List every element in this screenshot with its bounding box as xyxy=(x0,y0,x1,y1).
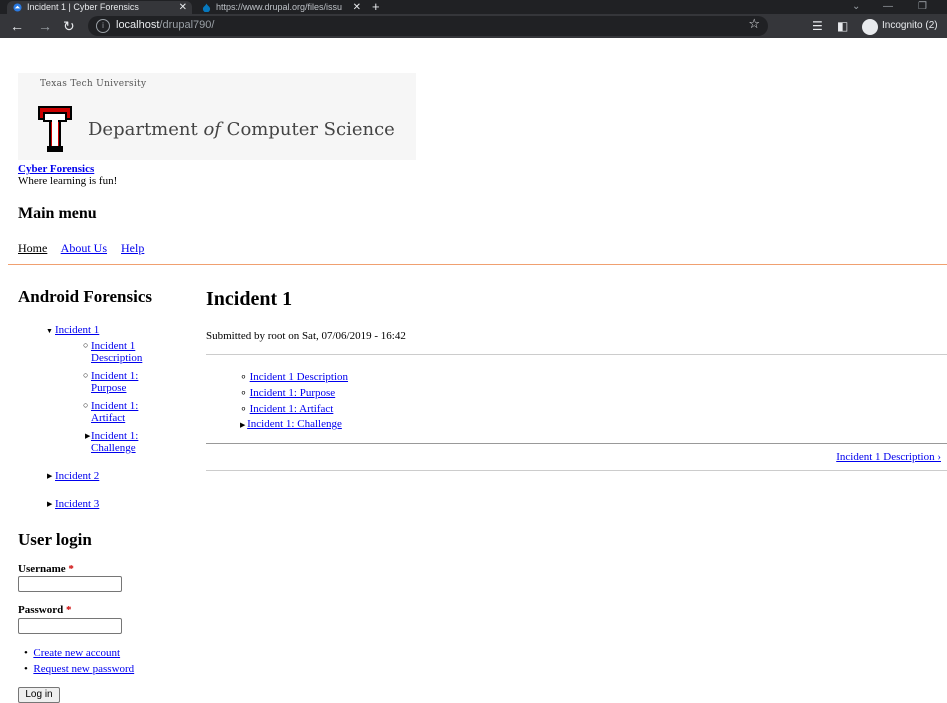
username-input[interactable] xyxy=(18,576,122,592)
request-password-item: • Request new password xyxy=(24,663,134,675)
bookmark-star-icon[interactable]: ☆ xyxy=(748,17,760,32)
circle-bullet-icon: ∘ xyxy=(240,371,250,383)
logo-university: Texas Tech University xyxy=(40,79,147,89)
user-login-heading: User login xyxy=(18,530,92,549)
double-t-logo-icon xyxy=(38,106,72,152)
site-slogan: Where learning is fun! xyxy=(18,175,118,187)
circle-bullet-icon: ○ xyxy=(83,340,89,350)
forward-arrow-icon[interactable]: → xyxy=(38,18,52,34)
menu-item-home[interactable]: Home xyxy=(18,241,47,255)
browser-tab-strip: Incident 1 | Cyber Forensics ✕ https://w… xyxy=(0,0,947,14)
password-label-text: Password xyxy=(18,604,64,616)
book-item-incident-1[interactable]: Incident 1 xyxy=(55,324,99,336)
site-favicon-icon xyxy=(13,3,22,12)
child-link-challenge[interactable]: Incident 1: Challenge xyxy=(247,418,342,430)
bullet-icon: • xyxy=(24,663,34,675)
browser-toolbar: ← → ↻ i localhost/drupal790/ ☆ ☰ ◧ Incog… xyxy=(0,14,947,38)
page-title: Incident 1 xyxy=(206,288,293,310)
incognito-icon[interactable] xyxy=(862,19,878,35)
username-label-text: Username xyxy=(18,563,66,575)
restore-button[interactable]: ❐ xyxy=(918,0,927,14)
book-item-line1: Incident 1: xyxy=(91,400,139,412)
menu-item-help[interactable]: Help xyxy=(121,241,144,255)
book-item-line2: Challenge xyxy=(91,442,136,454)
book-child-item: ∘ Incident 1: Artifact xyxy=(240,402,333,415)
main-menu: Home About Us Help xyxy=(18,241,155,256)
book-item-line2: Artifact xyxy=(91,412,126,424)
minimize-button[interactable]: — xyxy=(883,0,893,14)
book-item-incident-3[interactable]: Incident 3 xyxy=(55,498,99,510)
book-item-incident-2[interactable]: Incident 2 xyxy=(55,470,99,482)
book-item-line1: Incident 1: xyxy=(91,370,139,382)
dept-of: of xyxy=(203,119,221,140)
book-item-line2: Purpose xyxy=(91,382,127,394)
child-link-purpose[interactable]: Incident 1: Purpose xyxy=(250,387,336,399)
new-tab-button[interactable]: + xyxy=(372,0,380,14)
collapsed-arrow-icon: ▶ xyxy=(85,432,91,440)
required-marker: * xyxy=(65,604,72,616)
book-nav-divider-top xyxy=(206,443,947,444)
tab-close-icon[interactable]: ✕ xyxy=(353,1,361,14)
create-account-item: • Create new account xyxy=(24,647,120,659)
circle-bullet-icon: ○ xyxy=(83,370,89,380)
submitted-info: Submitted by root on Sat, 07/06/2019 - 1… xyxy=(206,330,406,342)
drupal-favicon-icon xyxy=(202,3,211,12)
request-password-link[interactable]: Request new password xyxy=(33,663,134,675)
collapsed-arrow-icon: ▶ xyxy=(47,472,53,480)
password-input[interactable] xyxy=(18,618,122,634)
book-nav-heading: Android Forensics xyxy=(18,287,152,306)
book-item-line1: Incident 1 xyxy=(91,340,136,352)
url-path: /drupal790/ xyxy=(159,19,215,31)
tab-incident-1[interactable]: Incident 1 | Cyber Forensics ✕ xyxy=(7,1,192,14)
circle-bullet-icon: ○ xyxy=(83,400,89,410)
site-info-icon[interactable]: i xyxy=(96,19,110,33)
incognito-label[interactable]: Incognito (2) xyxy=(882,20,938,31)
username-label: Username * xyxy=(18,563,74,575)
book-item-line2: Description xyxy=(91,352,143,364)
tab-close-icon[interactable]: ✕ xyxy=(179,1,187,14)
reload-icon[interactable]: ↻ xyxy=(63,18,75,34)
book-item-incident-1-purpose[interactable]: Incident 1: Purpose xyxy=(91,370,138,394)
circle-bullet-icon: ∘ xyxy=(240,403,250,415)
child-link-artifact[interactable]: Incident 1: Artifact xyxy=(250,403,334,415)
site-name-link[interactable]: Cyber Forensics xyxy=(18,163,94,175)
content-divider xyxy=(206,354,947,355)
url-text: localhost/drupal790/ xyxy=(116,19,214,31)
main-menu-heading: Main menu xyxy=(18,205,97,222)
dept-prefix: Department xyxy=(88,119,204,140)
site-logo[interactable]: Texas Tech University Department of Comp… xyxy=(18,73,416,160)
menu-item-about-us[interactable]: About Us xyxy=(61,241,107,255)
book-item-incident-1-challenge[interactable]: Incident 1: Challenge xyxy=(91,430,138,454)
required-marker: * xyxy=(68,563,74,575)
expanded-arrow-icon: ▼ xyxy=(46,327,53,335)
bullet-icon: • xyxy=(24,647,34,659)
book-child-item: ∘ Incident 1 Description xyxy=(240,370,348,383)
password-label: Password * xyxy=(18,604,71,616)
child-link-description[interactable]: Incident 1 Description xyxy=(250,371,348,383)
collapsed-arrow-icon: ▶ xyxy=(47,500,53,508)
book-nav-divider-bottom xyxy=(206,470,947,471)
create-account-link[interactable]: Create new account xyxy=(33,647,120,659)
book-item-line1: Incident 1: xyxy=(91,430,139,442)
back-arrow-icon[interactable]: ← xyxy=(10,18,24,34)
address-bar[interactable]: i localhost/drupal790/ ☆ xyxy=(88,16,768,36)
dept-suffix: Computer Science xyxy=(220,119,395,140)
tab-drupal-issue[interactable]: https://www.drupal.org/files/issu ✕ xyxy=(196,1,366,14)
side-panel-icon[interactable]: ◧ xyxy=(837,19,848,33)
tab-search-chevron-icon[interactable]: ⌄ xyxy=(852,0,860,14)
book-item-incident-1-artifact[interactable]: Incident 1: Artifact xyxy=(91,400,138,424)
book-item-incident-1-description[interactable]: Incident 1 Description xyxy=(91,340,142,364)
book-child-item: ▶ Incident 1: Challenge xyxy=(240,418,342,430)
tab-title: https://www.drupal.org/files/issu xyxy=(216,2,343,12)
circle-bullet-icon: ∘ xyxy=(240,387,250,399)
reading-list-icon[interactable]: ☰ xyxy=(812,19,823,33)
next-page-link[interactable]: Incident 1 Description › xyxy=(836,451,941,463)
header-divider xyxy=(8,264,947,265)
tab-title: Incident 1 | Cyber Forensics xyxy=(27,2,139,12)
logo-department: Department of Computer Science xyxy=(88,119,395,140)
book-child-item: ∘ Incident 1: Purpose xyxy=(240,386,335,399)
url-host: localhost xyxy=(116,19,160,31)
